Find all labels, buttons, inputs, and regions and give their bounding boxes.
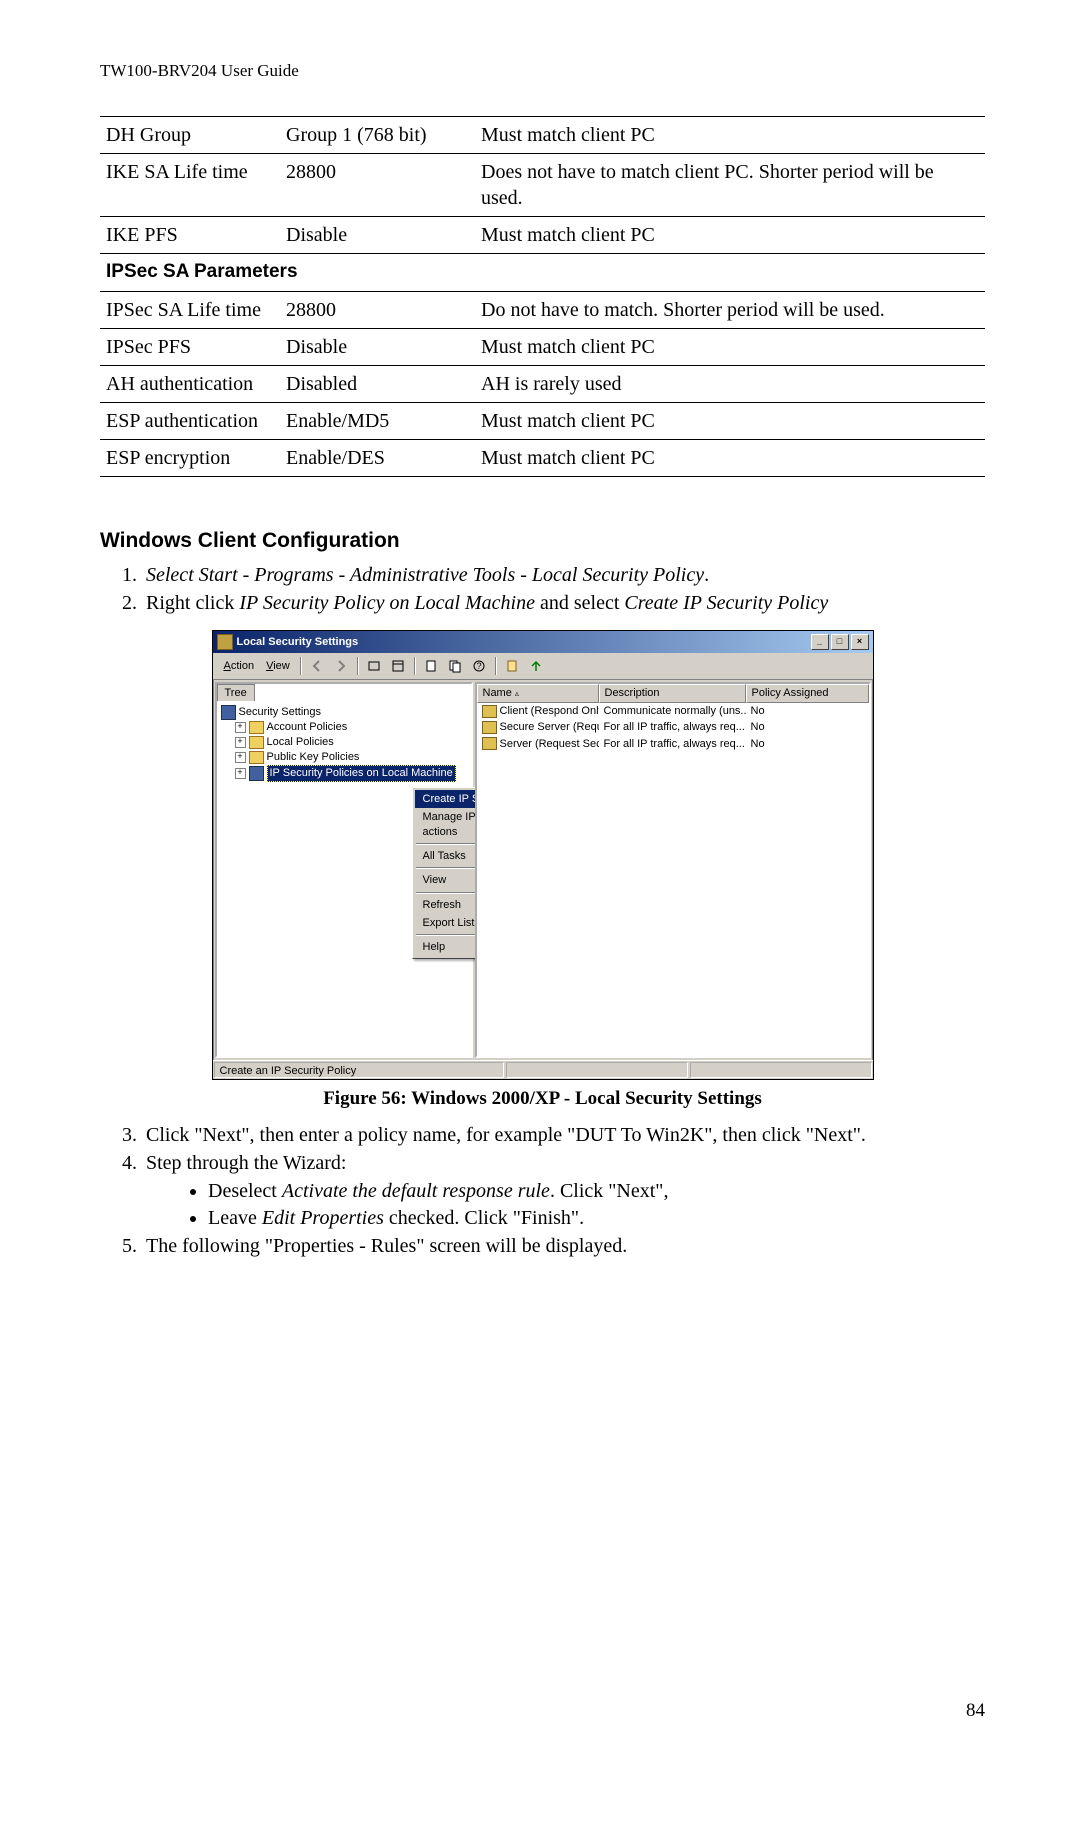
column-description[interactable]: Description: [599, 684, 746, 703]
sort-icon: ▵: [515, 689, 519, 698]
list-row[interactable]: Server (Request Secu... For all IP traff…: [477, 736, 869, 752]
table-row: DH GroupGroup 1 (768 bit)Must match clie…: [100, 117, 985, 154]
forward-button[interactable]: [330, 656, 352, 676]
toolbar-icon[interactable]: ?: [468, 656, 490, 676]
steps-list-continued: Click "Next", then enter a policy name, …: [100, 1122, 985, 1259]
page-number: 84: [100, 1699, 985, 1724]
expand-icon[interactable]: +: [235, 752, 246, 763]
menu-view[interactable]: View: [261, 658, 295, 674]
security-icon: [221, 705, 236, 720]
table-row: ESP authenticationEnable/MD5Must match c…: [100, 402, 985, 439]
status-panel: [690, 1062, 872, 1078]
statusbar: Create an IP Security Policy: [213, 1060, 873, 1079]
menubar: Action View ?: [213, 653, 873, 680]
toolbar-icon[interactable]: [363, 656, 385, 676]
policy-icon: [249, 766, 264, 781]
toolbar-icon[interactable]: [444, 656, 466, 676]
expand-icon[interactable]: +: [235, 722, 246, 733]
status-text: Create an IP Security Policy: [214, 1062, 504, 1078]
app-icon: [217, 634, 233, 650]
parameters-table: DH GroupGroup 1 (768 bit)Must match clie…: [100, 116, 985, 477]
bullet-item: Deselect Activate the default response r…: [208, 1178, 985, 1204]
table-row: AH authenticationDisabledAH is rarely us…: [100, 365, 985, 402]
policy-icon: [482, 721, 497, 734]
tree-root[interactable]: Security Settings: [221, 705, 469, 720]
maximize-button[interactable]: □: [831, 634, 849, 650]
menu-action[interactable]: Action: [219, 658, 260, 674]
list-row[interactable]: Client (Respond Only) Communicate normal…: [477, 703, 869, 719]
column-name[interactable]: Name ▵: [477, 684, 599, 703]
back-button[interactable]: [306, 656, 328, 676]
steps-list: Select Start - Programs - Administrative…: [100, 562, 985, 616]
list-row[interactable]: Secure Server (Requir... For all IP traf…: [477, 719, 869, 735]
list-item: Step through the Wizard: Deselect Activa…: [142, 1150, 985, 1231]
page-header: TW100-BRV204 User Guide: [100, 60, 985, 82]
window-title: Local Security Settings: [237, 635, 359, 649]
toolbar-icon[interactable]: [387, 656, 409, 676]
list-item: Click "Next", then enter a policy name, …: [142, 1122, 985, 1148]
minimize-button[interactable]: _: [811, 634, 829, 650]
table-row: IPSec PFSDisableMust match client PC: [100, 328, 985, 365]
tree-pane: Tree Security Settings +Account Policies…: [215, 682, 473, 1058]
toolbar-icon[interactable]: [501, 656, 523, 676]
column-assigned[interactable]: Policy Assigned: [746, 684, 869, 703]
table-row: IPSec SA Life time28800Do not have to ma…: [100, 291, 985, 328]
folder-icon: [249, 736, 264, 749]
section-heading: Windows Client Configuration: [100, 527, 985, 554]
folder-icon: [249, 751, 264, 764]
list-pane: Name ▵ Description Policy Assigned Clien…: [475, 682, 871, 1058]
toolbar-icon[interactable]: [525, 656, 547, 676]
tree-tab[interactable]: Tree: [217, 684, 255, 701]
svg-text:?: ?: [476, 661, 481, 671]
screenshot-local-security-settings: Local Security Settings _ □ × Action Vie…: [212, 630, 874, 1080]
policy-icon: [482, 737, 497, 750]
folder-icon: [249, 721, 264, 734]
list-item: Select Start - Programs - Administrative…: [142, 562, 985, 588]
bullet-item: Leave Edit Properties checked. Click "Fi…: [208, 1205, 985, 1231]
toolbar-icon[interactable]: [420, 656, 442, 676]
table-row: IKE PFSDisableMust match client PC: [100, 217, 985, 254]
list-header: Name ▵ Description Policy Assigned: [477, 684, 869, 703]
figure-caption: Figure 56: Windows 2000/XP - Local Secur…: [100, 1087, 985, 1112]
list-item: Right click IP Security Policy on Local …: [142, 590, 985, 616]
policy-icon: [482, 705, 497, 718]
expand-icon[interactable]: +: [235, 768, 246, 779]
list-item: The following "Properties - Rules" scree…: [142, 1233, 985, 1259]
table-row: ESP encryptionEnable/DESMust match clien…: [100, 439, 985, 476]
close-button[interactable]: ×: [851, 634, 869, 650]
tree-node[interactable]: +Public Key Policies: [221, 750, 469, 765]
tree-node[interactable]: +Account Policies: [221, 720, 469, 735]
status-panel: [506, 1062, 688, 1078]
tree-node[interactable]: +Local Policies: [221, 735, 469, 750]
figure: Local Security Settings _ □ × Action Vie…: [100, 630, 985, 1112]
window-titlebar[interactable]: Local Security Settings _ □ ×: [213, 631, 873, 653]
tree-node-selected[interactable]: +IP Security Policies on Local Machine: [221, 765, 469, 782]
section-header-row: IPSec SA Parameters: [100, 254, 985, 292]
expand-icon[interactable]: +: [235, 737, 246, 748]
table-row: IKE SA Life time28800Does not have to ma…: [100, 154, 985, 217]
